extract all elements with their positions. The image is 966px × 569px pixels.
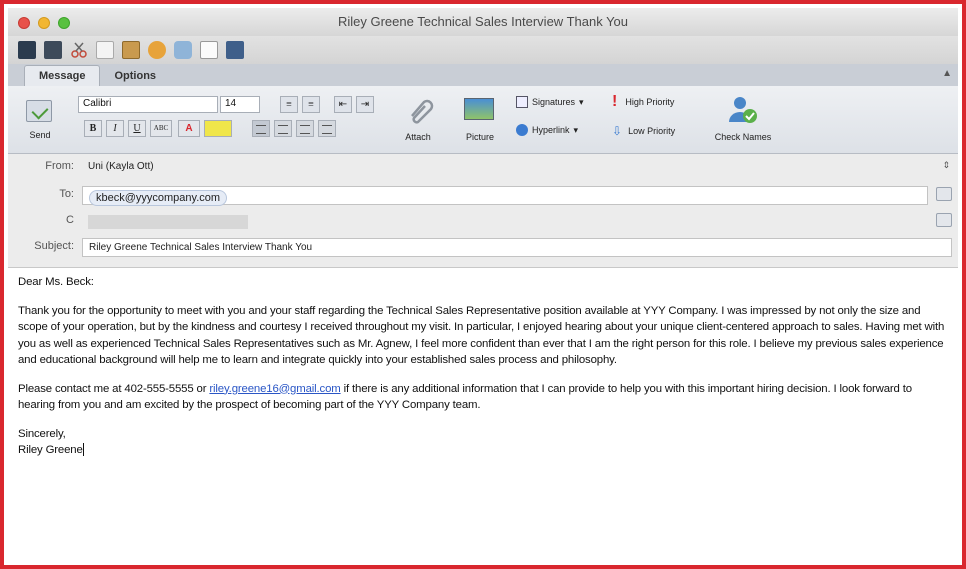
paste-icon[interactable]: [122, 41, 140, 59]
signature-line: Riley Greene: [18, 442, 948, 459]
down-arrow-icon: ⇩: [612, 124, 623, 138]
attach-label: Attach: [405, 132, 431, 142]
decrease-indent-button[interactable]: ⇤: [334, 96, 352, 113]
font-color-button[interactable]: A: [178, 120, 200, 137]
low-priority-label: Low Priority: [628, 126, 676, 136]
window-title: Riley Greene Technical Sales Interview T…: [337, 14, 629, 29]
quick-access-toolbar: [8, 36, 958, 64]
low-priority-button[interactable]: ⇩ Low Priority: [612, 124, 675, 138]
subject-row: Subject: Riley Greene Technical Sales In…: [8, 236, 958, 258]
from-row: From: Uni (Kayla Ott) ⇕: [8, 156, 958, 178]
paperclip-icon: [411, 99, 434, 124]
justify-button[interactable]: [318, 120, 336, 137]
cut-icon[interactable]: [70, 41, 88, 59]
send-icon: [26, 100, 52, 122]
tab-options[interactable]: Options: [100, 66, 170, 86]
redacted-block: [88, 215, 248, 229]
from-label: From:: [45, 160, 74, 172]
body-paragraph-2: Please contact me at 402-555-5555 or ril…: [18, 381, 948, 414]
picture-label: Picture: [465, 132, 494, 142]
underline-button[interactable]: U: [128, 120, 146, 137]
address-book-icon[interactable]: [936, 213, 952, 227]
cc-row: C: [8, 210, 958, 232]
bullets-button[interactable]: ≡: [280, 96, 298, 113]
undo-icon[interactable]: [148, 41, 166, 59]
address-book-icon[interactable]: [936, 187, 952, 201]
greeting: Dear Ms. Beck:: [18, 276, 94, 288]
copy-icon[interactable]: [96, 41, 114, 59]
from-select[interactable]: Uni (Kayla Ott): [82, 158, 934, 177]
closing: Sincerely,: [18, 427, 66, 440]
to-row: To: kbeck@yyycompany.com: [8, 184, 958, 206]
font-size-select[interactable]: 14: [220, 96, 260, 113]
subject-input[interactable]: Riley Greene Technical Sales Interview T…: [82, 238, 952, 257]
strikethrough-button[interactable]: ABC: [150, 120, 172, 137]
cc-field[interactable]: [82, 212, 928, 231]
hyperlink-label: Hyperlink: [532, 125, 570, 135]
save-icon[interactable]: [18, 41, 36, 59]
increase-indent-button[interactable]: ⇥: [356, 96, 374, 113]
bold-button[interactable]: B: [84, 120, 102, 137]
body-paragraph-1: Thank you for the opportunity to meet wi…: [18, 304, 945, 367]
title-bar: Riley Greene Technical Sales Interview T…: [8, 8, 958, 36]
highlight-color-button[interactable]: [204, 120, 232, 137]
cc-label: C: [66, 214, 74, 226]
email-window: Riley Greene Technical Sales Interview T…: [0, 0, 966, 569]
to-field[interactable]: kbeck@yyycompany.com: [82, 186, 928, 206]
high-priority-button[interactable]: ! High Priority: [612, 93, 675, 110]
email-link[interactable]: riley.greene16@gmail.com: [209, 383, 340, 395]
exclamation-icon: !: [612, 93, 618, 110]
high-priority-label: High Priority: [625, 97, 675, 107]
subject-label: Subject:: [34, 240, 74, 252]
chevron-down-icon: ▾: [579, 96, 584, 107]
numbering-button[interactable]: ≡: [302, 96, 320, 113]
text-cursor: [82, 443, 84, 457]
globe-link-icon: [516, 124, 528, 136]
picture-icon: [464, 98, 494, 120]
address-book-icon[interactable]: [226, 41, 244, 59]
ribbon: Send Calibri 14 ≡ ≡ ⇤ ⇥ B I U ABC A Atta…: [8, 86, 958, 154]
print-icon[interactable]: [44, 41, 62, 59]
signature-name: Riley Greene: [18, 444, 83, 456]
document-icon[interactable]: [200, 41, 218, 59]
from-stepper-icon[interactable]: ⇕: [942, 160, 950, 171]
check-names-icon: [729, 97, 757, 123]
collapse-ribbon-icon[interactable]: ▲: [942, 68, 952, 79]
align-left-button[interactable]: [252, 120, 270, 137]
chevron-down-icon: ▾: [573, 124, 579, 135]
signatures-button[interactable]: Signatures ▾: [516, 96, 584, 108]
check-names-label: Check Names: [714, 132, 772, 142]
message-body[interactable]: Dear Ms. Beck: Thank you for the opportu…: [18, 274, 948, 459]
ribbon-tabs: Message Options ▲: [8, 64, 958, 86]
send-label: Send: [29, 130, 51, 140]
message-header: From: Uni (Kayla Ott) ⇕ To: kbeck@yyycom…: [8, 154, 958, 268]
align-right-button[interactable]: [296, 120, 314, 137]
recipient-chip[interactable]: kbeck@yyycompany.com: [89, 190, 228, 206]
signatures-label: Signatures: [532, 97, 576, 107]
tab-message[interactable]: Message: [24, 65, 101, 86]
redo-icon[interactable]: [174, 41, 192, 59]
signature-icon: [516, 96, 528, 108]
align-center-button[interactable]: [274, 120, 292, 137]
paragraph-2-start: Please contact me at 402-555-5555 or: [18, 382, 210, 395]
hyperlink-button[interactable]: Hyperlink ▾: [516, 124, 578, 136]
font-name-select[interactable]: Calibri: [78, 96, 218, 113]
italic-button[interactable]: I: [106, 120, 124, 137]
to-label: To:: [59, 188, 74, 200]
